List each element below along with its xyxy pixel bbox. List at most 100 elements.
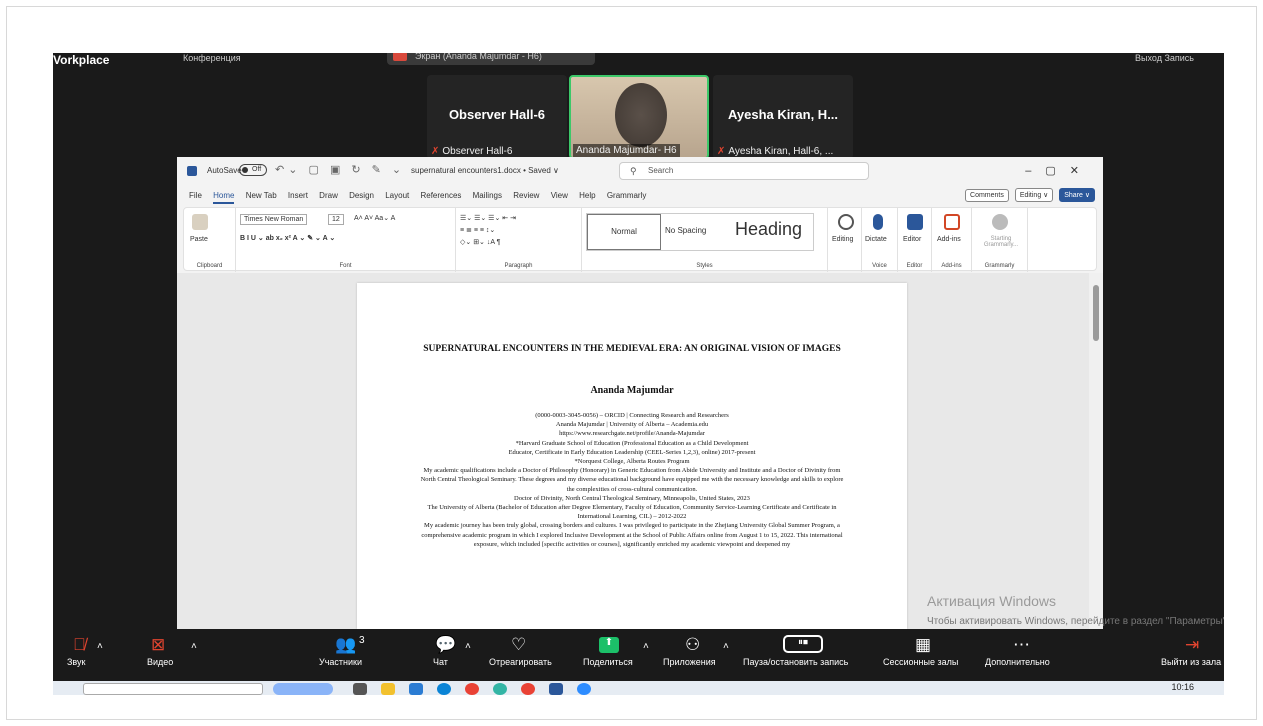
participant-tile-ananda[interactable]: Ananda Majumdar- H6 — [569, 75, 709, 159]
file-explorer-icon[interactable] — [381, 683, 395, 695]
addins-button[interactable]: Add-ins — [937, 236, 961, 243]
conference-button[interactable]: Конференция — [183, 53, 241, 63]
taskbar-widget[interactable] — [273, 683, 333, 695]
tab-design[interactable]: Design — [349, 191, 374, 200]
font-format-buttons[interactable]: B I U ⌄ ab x₂ x² A ⌄ ✎ ⌄ A ⌄ — [240, 234, 335, 242]
participants-icon[interactable]: 👥 — [335, 635, 356, 655]
vertical-scrollbar[interactable] — [1089, 273, 1103, 629]
editor-icon[interactable] — [907, 214, 923, 230]
grammarly-icon[interactable] — [992, 214, 1008, 230]
addins-icon[interactable] — [944, 214, 960, 230]
screenshot-frame: Vorkplace Конференция Экран (Ananda Maju… — [6, 6, 1257, 720]
quick-access-icons[interactable]: ↶⌄ ▢ ▣ ↻ ✎ ⌄ — [275, 163, 405, 176]
paste-icon[interactable] — [192, 214, 208, 230]
comments-button[interactable]: Comments — [965, 189, 1009, 202]
share-screen-icon[interactable]: ⬆ — [599, 637, 619, 653]
share-screen-button[interactable]: Поделиться — [583, 657, 633, 667]
react-button[interactable]: Отреагировать — [489, 657, 552, 667]
participant-tile-observer[interactable]: Observer Hall-6 ✗ Observer Hall-6 — [427, 75, 567, 159]
edge-icon[interactable] — [437, 683, 451, 695]
chrome-profile-icon[interactable] — [521, 683, 535, 695]
participants-button[interactable]: Участники — [319, 657, 362, 667]
participant-tile-ayesha[interactable]: Ayesha Kiran, H... ✗ Ayesha Kiran, Hall-6… — [713, 75, 853, 159]
paste-button[interactable]: Paste — [190, 236, 208, 243]
apps-button[interactable]: Приложения — [663, 657, 716, 667]
screen-share-indicator[interactable]: Экран (Ananda Majumdar - H6) — [387, 53, 595, 65]
video-off-icon[interactable]: ⊠ — [151, 635, 165, 655]
list-buttons[interactable]: ☰⌄ ☰⌄ ☰⌄ ⇤ ⇥ — [460, 214, 516, 222]
windows-taskbar: 10:16 — [53, 681, 1224, 695]
mic-muted-icon[interactable]: 🎙̸ — [73, 635, 86, 655]
search-box[interactable]: ⚲ Search — [619, 162, 869, 180]
scrollbar-thumb[interactable] — [1093, 285, 1099, 341]
leave-icon[interactable]: ⇥ — [1185, 635, 1199, 655]
chevron-up-icon[interactable]: ˄ — [465, 641, 471, 652]
tab-help[interactable]: Help — [579, 191, 595, 200]
search-icon: ⚲ — [630, 166, 637, 176]
font-size-select[interactable]: 12 — [328, 214, 344, 225]
tab-draw[interactable]: Draw — [319, 191, 338, 200]
document-canvas[interactable]: SUPERNATURAL ENCOUNTERS IN THE MEDIEVAL … — [177, 273, 1089, 629]
body-line: *Harvard Graduate School of Education (P… — [515, 439, 749, 447]
pause-stop-icon[interactable]: ⏸⏹ — [783, 635, 823, 653]
font-name-select[interactable]: Times New Roman — [240, 214, 308, 225]
chevron-up-icon[interactable]: ˄ — [723, 641, 729, 652]
style-no-spacing[interactable]: No Spacing — [665, 226, 706, 235]
autosave-toggle[interactable]: Off — [239, 164, 267, 176]
taskview-icon[interactable] — [353, 683, 367, 695]
chevron-up-icon[interactable]: ˄ — [643, 641, 649, 652]
grammarly-button[interactable]: Starting Grammarly... — [978, 236, 1024, 248]
share-button[interactable]: Share ∨ — [1059, 188, 1095, 202]
ribbon-home: Paste Clipboard Times New Roman 12 A˄ A˅… — [183, 207, 1097, 272]
style-normal[interactable]: Normal — [587, 214, 661, 250]
video-button[interactable]: Видео — [147, 657, 173, 667]
tab-mailings[interactable]: Mailings — [473, 191, 502, 200]
tab-review[interactable]: Review — [513, 191, 539, 200]
mail-icon[interactable] — [409, 683, 423, 695]
body-paragraph: My academic qualifications include a Doc… — [420, 467, 844, 493]
pause-record-button[interactable]: Пауза/остановить запись — [743, 657, 848, 667]
tab-view[interactable]: View — [551, 191, 568, 200]
react-heart-icon[interactable]: ♡ — [511, 635, 526, 655]
tab-references[interactable]: References — [420, 191, 461, 200]
dictate-button[interactable]: Dictate — [865, 236, 887, 243]
tab-home[interactable]: Home — [213, 191, 235, 204]
window-controls[interactable]: –▢✕ — [1025, 164, 1093, 177]
word-taskbar-icon[interactable] — [549, 683, 563, 695]
find-icon[interactable] — [838, 214, 854, 230]
tab-layout[interactable]: Layout — [385, 191, 409, 200]
document-title[interactable]: supernatural encounters1.docx • Saved ∨ — [411, 166, 559, 175]
more-button[interactable]: Дополнительно — [985, 657, 1050, 667]
editing-button[interactable]: Editing — [832, 236, 853, 243]
tab-file[interactable]: File — [189, 191, 202, 200]
font-size-controls[interactable]: A˄ A˅ Aa⌄ A — [354, 214, 395, 222]
top-right-controls[interactable]: Выход Запись — [1135, 53, 1194, 63]
style-heading[interactable]: Heading — [735, 219, 802, 240]
tab-insert[interactable]: Insert — [288, 191, 308, 200]
chat-icon[interactable]: 💬 — [435, 635, 456, 655]
more-icon[interactable]: ⋯ — [1013, 635, 1030, 655]
editing-mode-button[interactable]: Editing ∨ — [1014, 188, 1054, 202]
align-buttons[interactable]: ≡ ≣ ≡ ≡ ↕⌄ — [460, 226, 495, 234]
zoom-taskbar-icon[interactable] — [577, 683, 591, 695]
taskbar-search[interactable] — [83, 683, 263, 695]
apps-icon[interactable]: ⚇ — [685, 635, 700, 655]
editor-button[interactable]: Editor — [903, 236, 921, 243]
microphone-icon[interactable] — [873, 214, 883, 230]
breakout-rooms-icon[interactable]: ▦ — [915, 635, 931, 655]
leave-button[interactable]: Выйти из зала — [1161, 657, 1221, 667]
sound-button[interactable]: Звук — [67, 657, 85, 667]
windows-activation-subtitle: Чтобы активировать Windows, перейдите в … — [927, 616, 1224, 627]
chevron-up-icon[interactable]: ˄ — [97, 641, 103, 652]
document-page[interactable]: SUPERNATURAL ENCOUNTERS IN THE MEDIEVAL … — [357, 283, 907, 629]
clipboard-group: Paste Clipboard — [184, 208, 236, 272]
app-icon[interactable] — [493, 683, 507, 695]
addins-label: Add-ins — [941, 263, 962, 269]
chat-button[interactable]: Чат — [433, 657, 448, 667]
tab-new-tab[interactable]: New Tab — [246, 191, 277, 200]
shading-buttons[interactable]: ◇⌄ ⊞⌄ ↓A ¶ — [460, 238, 500, 246]
tab-grammarly[interactable]: Grammarly — [607, 191, 647, 200]
chevron-up-icon[interactable]: ˄ — [191, 641, 197, 652]
breakout-rooms-button[interactable]: Сессионные залы — [883, 657, 958, 667]
chrome-icon[interactable] — [465, 683, 479, 695]
